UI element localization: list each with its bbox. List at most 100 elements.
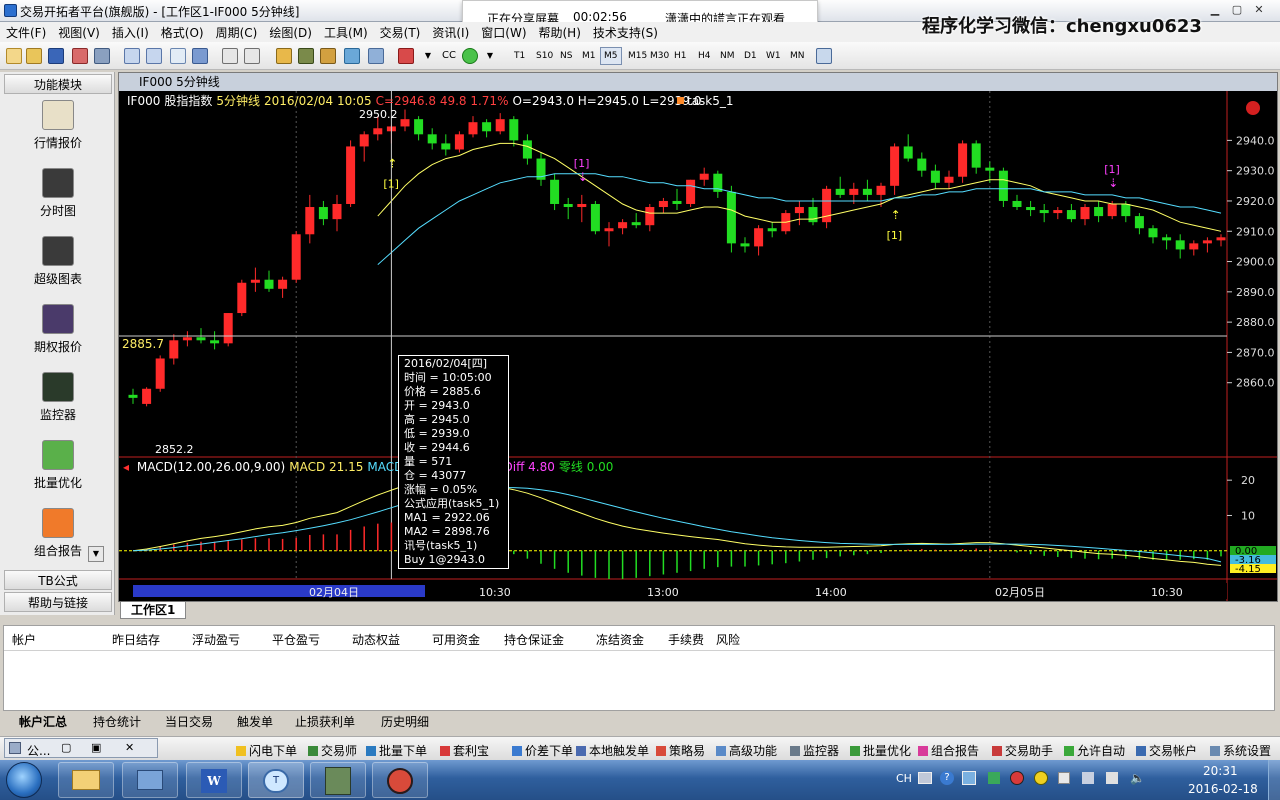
bottom-tool-button[interactable]: 允许自动 [1064,742,1125,759]
menu-item[interactable]: 资讯(I) [426,22,475,43]
candle[interactable] [699,167,709,186]
word-taskbar-icon[interactable]: W [186,762,242,798]
tray-icon[interactable] [988,772,1000,784]
candle[interactable] [318,200,328,226]
candle[interactable] [509,116,519,147]
sidebar-item-3[interactable]: 期权报价 [14,304,102,355]
candle[interactable] [223,313,233,347]
candle[interactable] [1039,203,1049,223]
account-column-header[interactable]: 持仓保证金 [504,631,564,648]
bottom-tool-button[interactable]: 套利宝 [440,742,489,759]
print-icon[interactable] [94,48,110,64]
candle[interactable] [822,185,832,229]
candle[interactable] [917,152,927,177]
explorer-taskbar-icon[interactable] [58,762,114,798]
close-chart-icon[interactable] [1246,101,1260,115]
candle[interactable] [536,152,546,186]
candle[interactable] [359,131,369,162]
bottom-tool-button[interactable]: 系统设置 [1210,742,1271,759]
candle[interactable] [1189,240,1199,256]
candle[interactable] [590,200,600,235]
candle[interactable] [645,203,655,232]
candle[interactable] [155,355,165,392]
bottom-tool-button[interactable]: 组合报告 [918,742,979,759]
close-icon[interactable]: ✕ [1248,2,1270,18]
timeframe-t1-button[interactable]: T1 [510,47,529,65]
candle[interactable] [237,279,247,317]
table-icon[interactable] [344,48,360,64]
save-icon[interactable] [48,48,64,64]
account-column-header[interactable]: 风险 [716,631,740,648]
menu-item[interactable]: 格式(O) [155,22,210,43]
restore-icon[interactable]: ▢ [61,741,71,754]
candle[interactable] [835,176,845,198]
candle[interactable] [495,113,505,135]
menu-item[interactable]: 视图(V) [52,22,106,43]
timeframe-m5-button[interactable]: M5 [600,47,622,65]
candle[interactable] [1053,207,1063,220]
candle[interactable] [182,331,192,347]
candle[interactable] [726,185,736,253]
account-tab[interactable]: 触发单 [237,713,273,730]
candle[interactable] [1080,203,1090,226]
photo-taskbar-icon[interactable] [310,762,366,798]
candle[interactable] [998,167,1008,208]
candle[interactable] [1094,200,1104,223]
candle[interactable] [250,267,260,292]
account-tab[interactable]: 历史明细 [381,713,429,730]
copy-icon[interactable] [222,48,238,64]
candle[interactable] [686,179,696,208]
network-status-icon[interactable] [1082,772,1094,784]
candle[interactable] [563,197,573,220]
keyboard-icon[interactable] [918,772,932,784]
bottom-tool-button[interactable]: 监控器 [790,742,839,759]
candle[interactable] [672,188,682,211]
candle[interactable] [754,225,764,256]
candle[interactable] [958,140,968,183]
timeframe-ns-button[interactable]: NS [556,47,576,65]
chevron-down-icon[interactable]: ▼ [420,48,436,64]
timeframe-h1-button[interactable]: H1 [670,47,691,65]
paste-icon[interactable] [244,48,260,64]
candle[interactable] [862,179,872,201]
candle[interactable] [577,194,587,223]
account-column-header[interactable]: 平仓盈亏 [272,631,320,648]
account-column-header[interactable]: 浮动盈亏 [192,631,240,648]
candle[interactable] [1066,203,1076,223]
menu-item[interactable]: 周期(C) [210,22,264,43]
color-icon[interactable] [462,48,478,64]
candle[interactable] [550,173,560,211]
account-column-header[interactable]: 可用资金 [432,631,480,648]
account-tab[interactable]: 持仓统计 [93,713,141,730]
candle[interactable] [1148,225,1158,244]
candle[interactable] [1162,234,1172,250]
menu-item[interactable]: 技术支持(S) [587,22,664,43]
bottom-tool-button[interactable]: 交易师 [308,742,357,759]
open-folder-icon[interactable] [26,48,42,64]
minimized-panel[interactable]: 公... ▢ ▣ ✕ [4,738,158,758]
show-desktop-button[interactable] [1268,760,1280,800]
close-icon[interactable]: ✕ [125,741,134,754]
sidebar-item-0[interactable]: 行情报价 [14,100,102,151]
timeframe-mn-button[interactable]: MN [786,47,809,65]
minimize-icon[interactable]: ▁ [1204,2,1226,18]
tb-platform-taskbar-icon[interactable]: T [248,762,304,798]
candle[interactable] [944,170,954,189]
tab-workspace-1[interactable]: 工作区1 [120,602,187,619]
candle[interactable] [740,237,750,253]
candle[interactable] [767,222,777,238]
panel-icon[interactable] [368,48,384,64]
chart-layout-icon[interactable] [146,48,162,64]
timeframe-m1-button[interactable]: M1 [578,47,600,65]
new-file-icon[interactable] [6,48,22,64]
menu-item[interactable]: 工具(M) [318,22,374,43]
menu-item[interactable]: 插入(I) [106,22,155,43]
window-layout-icon[interactable] [124,48,140,64]
account-column-header[interactable]: 手续费 [668,631,704,648]
candle[interactable] [346,140,356,208]
candle[interactable] [305,194,315,244]
candle[interactable] [903,134,913,162]
candle[interactable] [210,331,220,350]
help-icon[interactable]: ? [940,771,954,785]
candle[interactable] [604,222,614,247]
